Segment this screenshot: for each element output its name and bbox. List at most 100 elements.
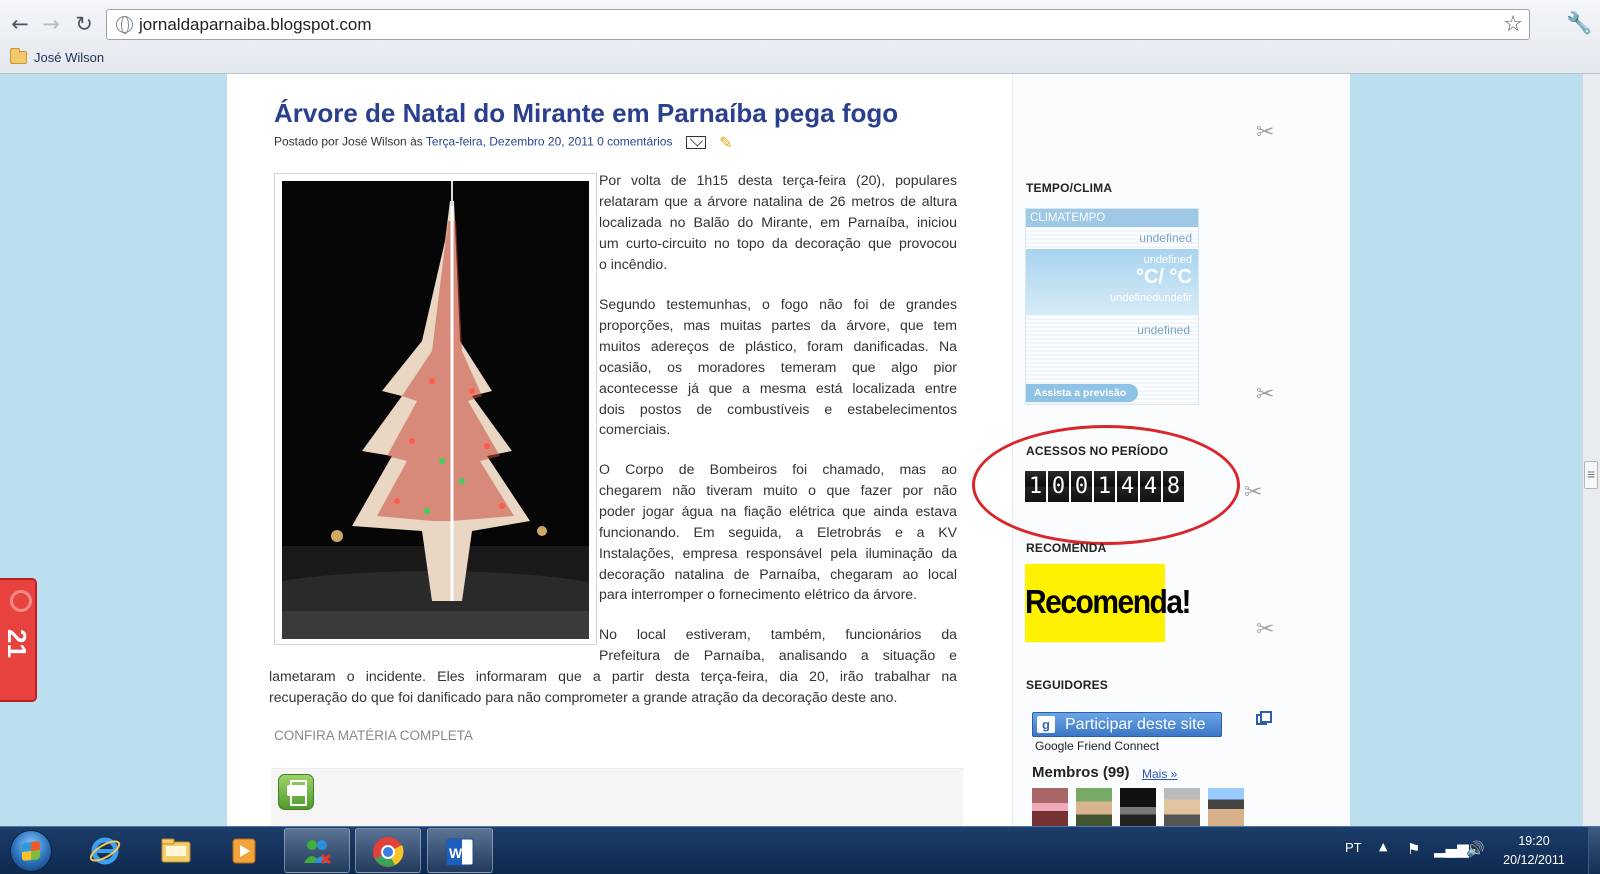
side-floating-tab[interactable]: 21 — [0, 578, 37, 702]
volume-icon[interactable]: 🔊 — [1466, 840, 1485, 858]
bookmark-label: José Wilson — [34, 49, 105, 65]
globe-icon — [116, 16, 133, 34]
google-logo-icon: g — [1037, 716, 1055, 733]
side-tab-label: 21 — [1, 629, 32, 658]
back-arrow-icon[interactable]: ← — [7, 11, 33, 37]
post-title[interactable]: Árvore de Natal do Mirante em Parnaíba p… — [274, 98, 898, 129]
member-avatar[interactable] — [1120, 788, 1156, 826]
post-line: ocasião, os moradores temeram que algo p… — [599, 358, 957, 375]
post-line: muitos adereços de plástico, foram danif… — [599, 337, 957, 354]
tempo-clima-title: TEMPO/CLIMA — [1026, 181, 1113, 195]
post-paragraph-4: No local estiveram, também, funcionários… — [599, 624, 957, 666]
members-count: Membros (99) — [1032, 764, 1130, 781]
folder-explorer-icon — [161, 838, 191, 863]
post-paragraph-2: Segundo testemunhas, o fogo não foi de g… — [599, 294, 957, 440]
post-line: acontecesse já que a mesma está localiza… — [599, 379, 957, 396]
action-center-flag-icon[interactable]: ⚑ — [1407, 840, 1420, 858]
media-player-icon — [232, 838, 256, 864]
post-line: No local estiveram, também, funcionários… — [599, 626, 957, 642]
bookmark-jose-wilson[interactable]: José Wilson — [10, 47, 105, 66]
post-paragraph-1: Por volta de 1h15 desta terça-feira (20)… — [599, 170, 957, 275]
popout-icon[interactable] — [1256, 711, 1272, 725]
post-line: O Corpo de Bombeiros foi chamado, mas ao — [599, 461, 957, 477]
folder-icon — [10, 47, 27, 64]
weather-location: undefined — [1139, 231, 1192, 245]
url-text[interactable]: jornaldaparnaiba.blogspot.com — [139, 15, 372, 35]
widget-edit-icon[interactable]: ✂ — [1256, 617, 1274, 642]
post-meta: Postado por José Wilson às Terça-feira, … — [274, 133, 733, 152]
taskbar-explorer[interactable] — [144, 828, 210, 873]
network-signal-icon[interactable]: ▂▄▆ — [1434, 840, 1469, 858]
edit-pencil-icon[interactable]: ✎ — [719, 133, 732, 152]
taskbar-internet-explorer[interactable] — [73, 828, 139, 873]
forward-arrow-icon[interactable]: → — [38, 11, 64, 37]
weather-minmax: undefinedundefir — [1110, 292, 1192, 304]
post-line: chegarem não tiveram muito o que fazer p… — [599, 481, 957, 498]
member-avatar[interactable] — [1032, 788, 1068, 826]
weather-small-text: undefined — [1143, 254, 1192, 266]
join-site-label: Participar deste site — [1065, 716, 1206, 733]
print-icon[interactable] — [278, 774, 314, 810]
email-post-icon[interactable] — [685, 136, 706, 149]
weather-widget: CLIMATEMPO undefined undefined °C/ °C un… — [1025, 208, 1199, 405]
join-site-button[interactable]: g Participar deste site — [1032, 712, 1222, 737]
blog-page: Árvore de Natal do Mirante em Parnaíba p… — [227, 74, 1350, 826]
post-line: para interromper o fornecimento elétrico… — [599, 586, 918, 603]
post-line: relataram que a árvore natalina de 26 me… — [599, 192, 957, 209]
svg-text:W: W — [449, 845, 463, 861]
scrollbar-thumb[interactable] — [1584, 461, 1598, 489]
language-indicator[interactable]: PT — [1345, 840, 1362, 855]
member-avatar[interactable] — [1076, 788, 1112, 826]
widget-edit-icon[interactable]: ✂ — [1256, 120, 1274, 145]
taskbar-messenger[interactable] — [284, 828, 350, 873]
recomenda-banner[interactable]: Recomenda! — [1025, 563, 1192, 643]
widget-edit-icon[interactable]: ✂ — [1244, 480, 1262, 505]
post-line: comerciais. — [599, 421, 671, 438]
weather-forecast-button[interactable]: Assista a previsão — [1026, 384, 1139, 402]
widget-edit-icon[interactable]: ✂ — [1256, 382, 1274, 407]
climatempo-brand: CLIMATEMPO — [1026, 209, 1198, 227]
system-clock[interactable]: 19:20 20/12/2011 — [1490, 832, 1578, 870]
start-button[interactable] — [10, 830, 52, 872]
member-avatar[interactable] — [1208, 788, 1244, 826]
post-at: às — [410, 134, 423, 149]
address-bar[interactable]: jornaldaparnaiba.blogspot.com ☆ — [106, 9, 1530, 40]
clock-date: 20/12/2011 — [1503, 853, 1565, 867]
internet-explorer-icon — [89, 837, 121, 865]
post-line: o incêndio. — [599, 255, 668, 272]
vertical-scrollbar[interactable] — [1582, 74, 1600, 826]
windows-taskbar: W PT ▲ ⚑ ▂▄▆ 🔊 19:20 20/12/2011 — [0, 826, 1600, 874]
bookmark-star-icon[interactable]: ☆ — [1503, 12, 1523, 37]
chrome-icon — [373, 837, 404, 867]
member-avatar[interactable] — [1164, 788, 1200, 826]
weather-forecast-text: undefined — [1137, 323, 1190, 337]
reload-icon[interactable]: ↻ — [71, 11, 97, 37]
taskbar-word[interactable]: W — [427, 828, 493, 873]
browser-chrome: ← → ↻ jornaldaparnaiba.blogspot.com ☆ 🔧 … — [0, 0, 1600, 74]
read-full-article-link[interactable]: CONFIRA MATÉRIA COMPLETA — [274, 728, 473, 743]
post-photo-frame — [274, 173, 597, 645]
word-icon: W — [446, 838, 474, 866]
google-friend-connect-text: Google Friend Connect — [1035, 739, 1160, 753]
post-date-link[interactable]: Terça-feira, Dezembro 20, 2011 — [426, 135, 594, 149]
recomenda-title: RECOMENDA — [1026, 541, 1107, 555]
taskbar-chrome[interactable] — [355, 828, 421, 873]
post-line: proporções, mas muitas partes da árvore,… — [599, 316, 957, 333]
post-author: Postado por José Wilson — [274, 134, 407, 149]
post-line: poder jogar água na fiação elétrica que … — [599, 502, 957, 519]
post-line: dois postos de combustíveis e estabeleci… — [599, 400, 957, 417]
post-comments-link[interactable]: 0 comentários — [597, 135, 672, 149]
post-line: Prefeitura de Parnaíba, analisando a sit… — [599, 646, 957, 663]
christmas-tree-photo[interactable] — [282, 181, 589, 639]
red-highlight-circle — [972, 425, 1240, 545]
messenger-icon — [304, 840, 332, 865]
post-line: lametaram o incidente. Eles informaram q… — [269, 668, 957, 684]
browser-menu-wrench-icon[interactable]: 🔧 — [1566, 11, 1592, 36]
post-paragraph-4-full: lametaram o incidente. Eles informaram q… — [269, 666, 957, 708]
taskbar-media-player[interactable] — [212, 828, 278, 873]
post-line: Por volta de 1h15 desta terça-feira (20)… — [599, 172, 957, 188]
post-paragraph-3: O Corpo de Bombeiros foi chamado, mas ao… — [599, 459, 957, 605]
more-members-link[interactable]: Mais » — [1142, 767, 1177, 781]
show-desktop-button[interactable] — [1588, 827, 1600, 874]
show-hidden-icons-arrow[interactable]: ▲ — [1379, 840, 1387, 853]
